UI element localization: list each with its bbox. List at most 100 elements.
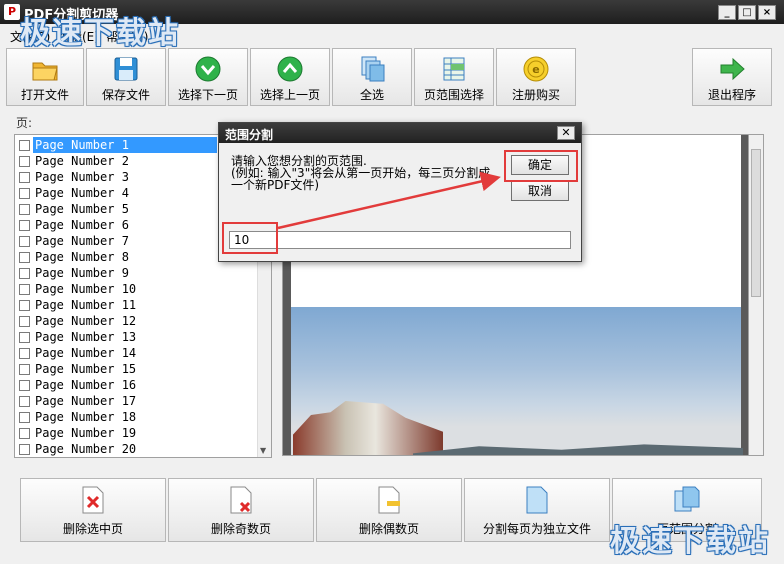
page-label: Page Number 5 (35, 202, 129, 216)
open-file-button[interactable]: 打开文件 (6, 48, 84, 106)
watermark-bottom: 极速下载站 (610, 524, 770, 559)
split-pages-icon (526, 486, 548, 514)
list-item[interactable]: Page Number 20 (17, 441, 257, 457)
cancel-button[interactable]: 取消 (511, 181, 569, 201)
split-each-page-label: 分割每页为独立文件 (482, 522, 591, 536)
open-file-label: 打开文件 (20, 88, 69, 102)
delete-even-pages-button[interactable]: 删除偶数页 (316, 478, 462, 542)
page-checkbox[interactable] (19, 188, 30, 199)
list-item[interactable]: Page Number 14 (17, 345, 257, 361)
page-checkbox[interactable] (19, 268, 30, 279)
page-checkbox[interactable] (19, 396, 30, 407)
list-item[interactable]: Page Number 9 (17, 265, 257, 281)
split-each-page-button[interactable]: 分割每页为独立文件 (464, 478, 610, 542)
page-label: Page Number 9 (35, 266, 129, 280)
page-checkbox[interactable] (19, 252, 30, 263)
save-file-button[interactable]: 保存文件 (86, 48, 166, 106)
delete-page-icon (82, 486, 104, 514)
delete-selected-pages-button[interactable]: 删除选中页 (20, 478, 166, 542)
pages-label: 页: (16, 116, 33, 130)
dialog-prompt: 请输入您想分割的页范围. (例如: 输入"3"将会从第一页开始，每三页分割成 一… (231, 155, 501, 191)
list-item[interactable]: Page Number 17 (17, 393, 257, 409)
page-label: Page Number 4 (35, 186, 129, 200)
page-label: Page Number 17 (35, 394, 137, 408)
input-highlight (222, 222, 278, 254)
save-file-label: 保存文件 (101, 88, 150, 102)
page-checkbox[interactable] (19, 300, 30, 311)
page-checkbox[interactable] (19, 380, 30, 391)
green-up-arrow-icon (277, 56, 303, 82)
page-range-select-label: 页范围选择 (423, 88, 484, 102)
preview-scroll-thumb[interactable] (751, 149, 761, 297)
list-item[interactable]: Page Number 16 (17, 377, 257, 393)
page-label: Page Number 20 (35, 442, 137, 456)
close-button[interactable]: × (758, 5, 776, 20)
exit-arrow-icon (720, 57, 745, 81)
folder-open-icon (32, 62, 58, 81)
select-next-page-label: 选择下一页 (177, 88, 238, 102)
select-prev-page-label: 选择上一页 (259, 88, 320, 102)
delete-selected-pages-label: 删除选中页 (62, 522, 123, 536)
floppy-disk-icon (114, 57, 138, 81)
page-checkbox[interactable] (19, 236, 30, 247)
green-down-arrow-icon (195, 56, 221, 82)
page-checkbox[interactable] (19, 316, 30, 327)
exit-program-label: 退出程序 (707, 88, 756, 102)
page-checkbox[interactable] (19, 204, 30, 215)
page-label: Page Number 10 (35, 282, 137, 296)
select-prev-page-button[interactable]: 选择上一页 (250, 48, 330, 106)
range-split-icon (674, 486, 700, 512)
list-item[interactable]: Page Number 13 (17, 329, 257, 345)
delete-odd-pages-icon (230, 486, 252, 514)
select-all-label: 全选 (359, 88, 384, 102)
page-label: Page Number 6 (35, 218, 129, 232)
page-checkbox[interactable] (19, 412, 30, 423)
page-checkbox[interactable] (19, 140, 30, 151)
delete-even-pages-label: 删除偶数页 (358, 522, 419, 536)
preview-scrollbar[interactable] (748, 134, 764, 456)
page-checkbox[interactable] (19, 444, 30, 455)
ok-button-highlight (504, 150, 578, 182)
page-checkbox[interactable] (19, 284, 30, 295)
watermark-top: 极速下载站 (20, 16, 180, 51)
page-range-grid-icon (443, 57, 465, 81)
page-label: Page Number 16 (35, 378, 137, 392)
list-item[interactable]: Page Number 12 (17, 313, 257, 329)
exit-program-button[interactable]: 退出程序 (692, 48, 772, 106)
page-checkbox[interactable] (19, 348, 30, 359)
svg-text:e: e (532, 63, 539, 76)
page-checkbox[interactable] (19, 156, 30, 167)
list-item[interactable]: Page Number 19 (17, 425, 257, 441)
page-label: Page Number 1 (33, 137, 217, 153)
range-input[interactable]: 10 (229, 231, 571, 249)
page-checkbox[interactable] (19, 428, 30, 439)
page-checkbox[interactable] (19, 220, 30, 231)
page-checkbox[interactable] (19, 364, 30, 375)
page-label: Page Number 3 (35, 170, 129, 184)
register-buy-button[interactable]: e 注册购买 (496, 48, 576, 106)
scroll-down-arrow-icon[interactable]: ▼ (260, 446, 266, 455)
page-label: Page Number 2 (35, 154, 129, 168)
delete-odd-pages-label: 删除奇数页 (210, 522, 271, 536)
register-buy-label: 注册购买 (511, 88, 560, 102)
page-checkbox[interactable] (19, 172, 30, 183)
page-label: Page Number 19 (35, 426, 137, 440)
page-label: Page Number 12 (35, 314, 137, 328)
dialog-close-icon[interactable]: ✕ (557, 126, 575, 140)
minimize-button[interactable]: _ (718, 5, 736, 20)
list-item[interactable]: Page Number 18 (17, 409, 257, 425)
page-label: Page Number 13 (35, 330, 137, 344)
select-next-page-button[interactable]: 选择下一页 (168, 48, 248, 106)
list-item[interactable]: Page Number 10 (17, 281, 257, 297)
list-item[interactable]: Page Number 11 (17, 297, 257, 313)
delete-odd-pages-button[interactable]: 删除奇数页 (168, 478, 314, 542)
page-checkbox[interactable] (19, 332, 30, 343)
page-range-select-button[interactable]: 页范围选择 (414, 48, 494, 106)
dialog-title: 范围分割 (219, 123, 581, 143)
page-label: Page Number 11 (35, 298, 137, 312)
pdf-app-icon: P (4, 4, 20, 20)
page-label: Page Number 18 (35, 410, 137, 424)
maximize-button[interactable]: □ (738, 5, 756, 20)
list-item[interactable]: Page Number 15 (17, 361, 257, 377)
select-all-button[interactable]: 全选 (332, 48, 412, 106)
